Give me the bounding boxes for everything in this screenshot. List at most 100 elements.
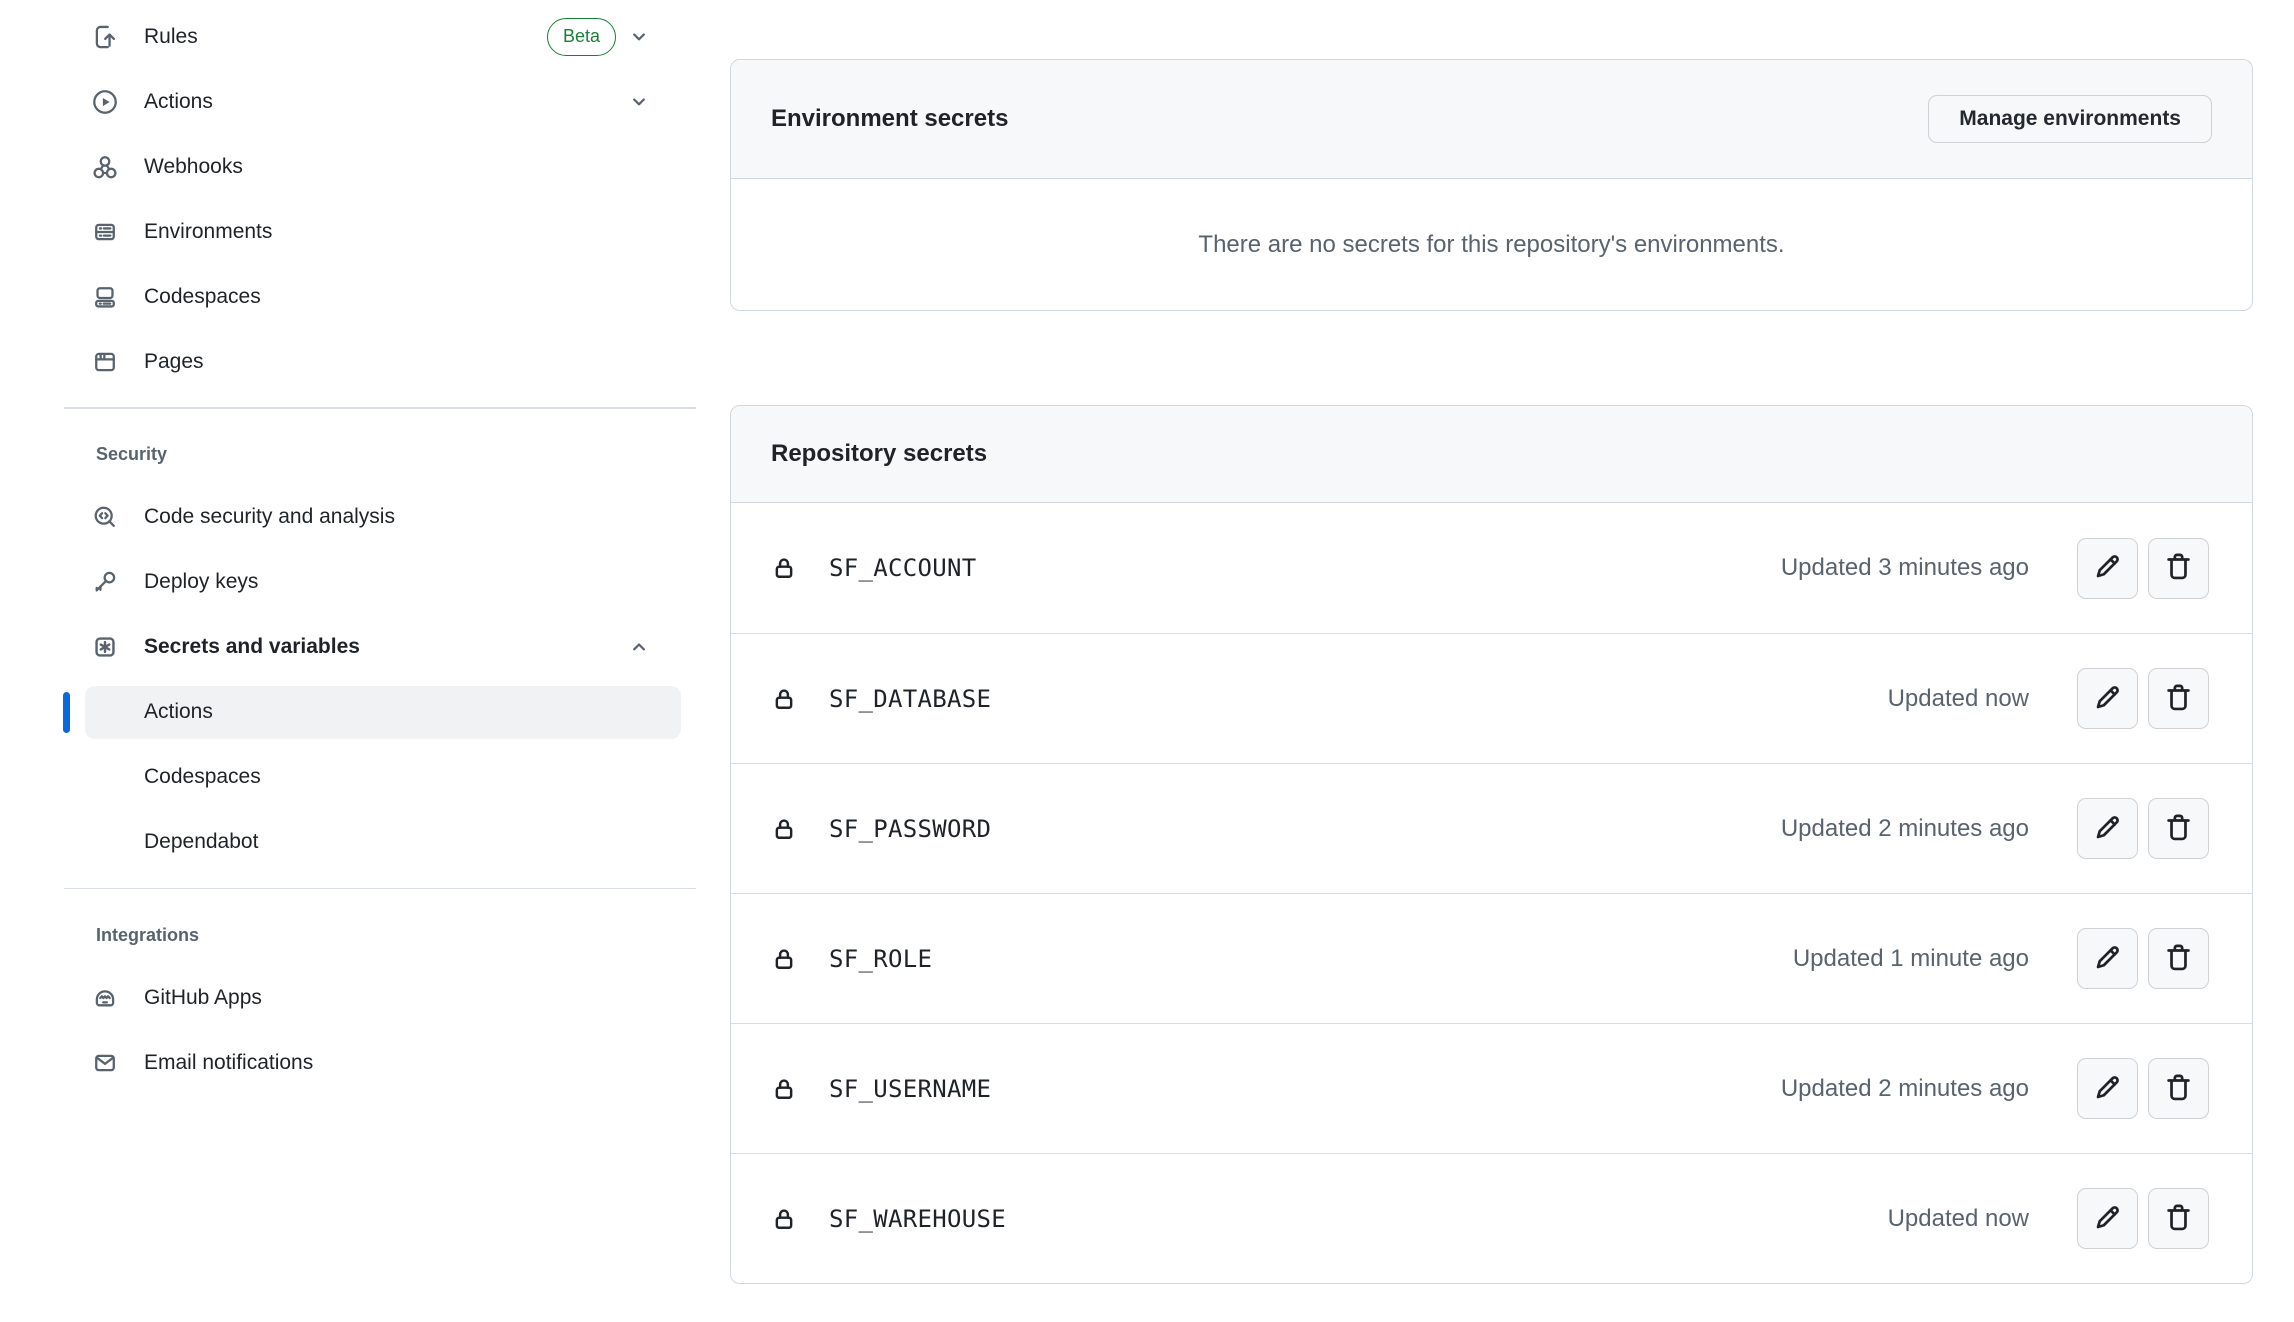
secret-row-actions: Updated 2 minutes ago <box>1781 1058 2209 1119</box>
secret-name: SF_ACCOUNT <box>829 554 977 582</box>
sidebar-item-pages[interactable]: Pages <box>60 329 700 394</box>
integrations-section-title: Integrations <box>60 905 700 965</box>
lock-icon <box>771 946 797 972</box>
environment-secrets-title: Environment secrets <box>771 105 1008 133</box>
delete-secret-button[interactable] <box>2148 928 2209 989</box>
sidebar-item-actions[interactable]: Actions <box>60 69 700 134</box>
environment-secrets-header: Environment secrets Manage environments <box>731 60 2252 179</box>
pencil-icon <box>2092 1072 2123 1106</box>
secret-row-actions: Updated 1 minute ago <box>1793 928 2209 989</box>
secret-name: SF_DATABASE <box>829 685 991 713</box>
chevron-up-icon <box>628 636 650 658</box>
settings-nav: Rules Beta Actions <box>60 0 700 394</box>
secret-row-actions: Updated now <box>1888 1188 2209 1249</box>
key-icon <box>92 569 118 595</box>
trash-icon <box>2163 812 2194 846</box>
rules-icon <box>92 24 118 50</box>
edit-secret-button[interactable] <box>2077 668 2138 729</box>
sidebar-divider <box>64 888 696 890</box>
delete-secret-button[interactable] <box>2148 1188 2209 1249</box>
trash-icon <box>2163 942 2194 976</box>
codespaces-icon <box>92 284 118 310</box>
chevron-down-icon <box>628 91 650 113</box>
repository-secrets-card: Repository secrets SF_ACCOUNT Updated 3 … <box>730 405 2253 1284</box>
sidebar-subitem-dependabot[interactable]: Dependabot <box>60 810 700 875</box>
webhook-icon <box>92 154 118 180</box>
secret-name: SF_PASSWORD <box>829 815 991 843</box>
sidebar-subitem-codespaces[interactable]: Codespaces <box>60 745 700 810</box>
pencil-icon <box>2092 812 2123 846</box>
lock-icon <box>771 686 797 712</box>
lock-icon <box>771 555 797 581</box>
codescan-icon <box>92 504 118 530</box>
repository-secrets-header: Repository secrets <box>731 406 2252 503</box>
chevron-down-icon <box>628 26 650 48</box>
edit-secret-button[interactable] <box>2077 798 2138 859</box>
secret-updated-label: Updated 2 minutes ago <box>1781 1075 2029 1103</box>
repository-secrets-title: Repository secrets <box>771 440 987 468</box>
edit-secret-button[interactable] <box>2077 538 2138 599</box>
secret-name: SF_USERNAME <box>829 1075 991 1103</box>
security-section-title: Security <box>60 425 700 485</box>
trash-icon <box>2163 682 2194 716</box>
sidebar-item-label: Environments <box>144 220 272 244</box>
delete-secret-button[interactable] <box>2148 668 2209 729</box>
edit-secret-button[interactable] <box>2077 928 2138 989</box>
pencil-icon <box>2092 1202 2123 1236</box>
trash-icon <box>2163 1072 2194 1106</box>
secret-row: SF_ROLE Updated 1 minute ago <box>731 893 2252 1023</box>
sidebar-item-codespaces[interactable]: Codespaces <box>60 264 700 329</box>
sidebar-subitem-label: Actions <box>144 700 213 724</box>
secret-row-actions: Updated 3 minutes ago <box>1781 538 2209 599</box>
play-icon <box>92 89 118 115</box>
pencil-icon <box>2092 942 2123 976</box>
sidebar-item-label: Pages <box>144 350 204 374</box>
secret-name: SF_ROLE <box>829 945 932 973</box>
secret-updated-label: Updated 3 minutes ago <box>1781 554 2029 582</box>
sidebar-item-github-apps[interactable]: GitHub Apps <box>60 965 700 1030</box>
sidebar-item-label: Codespaces <box>144 285 261 309</box>
secret-updated-label: Updated 2 minutes ago <box>1781 815 2029 843</box>
lock-icon <box>771 1076 797 1102</box>
edit-secret-button[interactable] <box>2077 1058 2138 1119</box>
sidebar-item-email-notifications[interactable]: Email notifications <box>60 1030 700 1095</box>
environment-secrets-card: Environment secrets Manage environments … <box>730 59 2253 311</box>
secret-row: SF_WAREHOUSE Updated now <box>731 1153 2252 1283</box>
delete-secret-button[interactable] <box>2148 798 2209 859</box>
sidebar-item-label: Email notifications <box>144 1051 313 1075</box>
delete-secret-button[interactable] <box>2148 538 2209 599</box>
edit-secret-button[interactable] <box>2077 1188 2138 1249</box>
sidebar-item-rules[interactable]: Rules Beta <box>60 4 700 69</box>
sidebar-subitem-label: Dependabot <box>144 830 258 854</box>
sidebar-item-label: Rules <box>144 25 198 49</box>
lock-icon <box>771 1206 797 1232</box>
secret-name: SF_WAREHOUSE <box>829 1205 1006 1233</box>
delete-secret-button[interactable] <box>2148 1058 2209 1119</box>
sidebar-item-secrets-and-variables[interactable]: Secrets and variables <box>60 615 700 680</box>
sidebar-item-label: Deploy keys <box>144 570 258 594</box>
secret-updated-label: Updated 1 minute ago <box>1793 945 2029 973</box>
mail-icon <box>92 1050 118 1076</box>
sidebar-item-code-security[interactable]: Code security and analysis <box>60 485 700 550</box>
secret-row: SF_USERNAME Updated 2 minutes ago <box>731 1023 2252 1153</box>
beta-badge: Beta <box>547 18 616 56</box>
sidebar-item-label: Code security and analysis <box>144 505 395 529</box>
sidebar-subitem-label: Codespaces <box>144 765 261 789</box>
manage-environments-button[interactable]: Manage environments <box>1928 95 2212 143</box>
sidebar-item-label: Secrets and variables <box>144 635 360 659</box>
pencil-icon <box>2092 551 2123 585</box>
sidebar-item-webhooks[interactable]: Webhooks <box>60 134 700 199</box>
sidebar-item-deploy-keys[interactable]: Deploy keys <box>60 550 700 615</box>
secret-updated-label: Updated now <box>1888 1205 2029 1233</box>
browser-icon <box>92 349 118 375</box>
sidebar-item-label: Webhooks <box>144 155 243 179</box>
lock-icon <box>771 816 797 842</box>
sidebar-item-label: Actions <box>144 90 213 114</box>
sidebar-subitem-actions[interactable]: Actions <box>60 680 700 745</box>
environment-secrets-empty-message: There are no secrets for this repository… <box>731 179 2252 310</box>
secret-row-actions: Updated now <box>1888 668 2209 729</box>
sidebar-item-environments[interactable]: Environments <box>60 199 700 264</box>
trash-icon <box>2163 551 2194 585</box>
secrets-trailing <box>628 636 700 658</box>
secret-row: SF_DATABASE Updated now <box>731 633 2252 763</box>
